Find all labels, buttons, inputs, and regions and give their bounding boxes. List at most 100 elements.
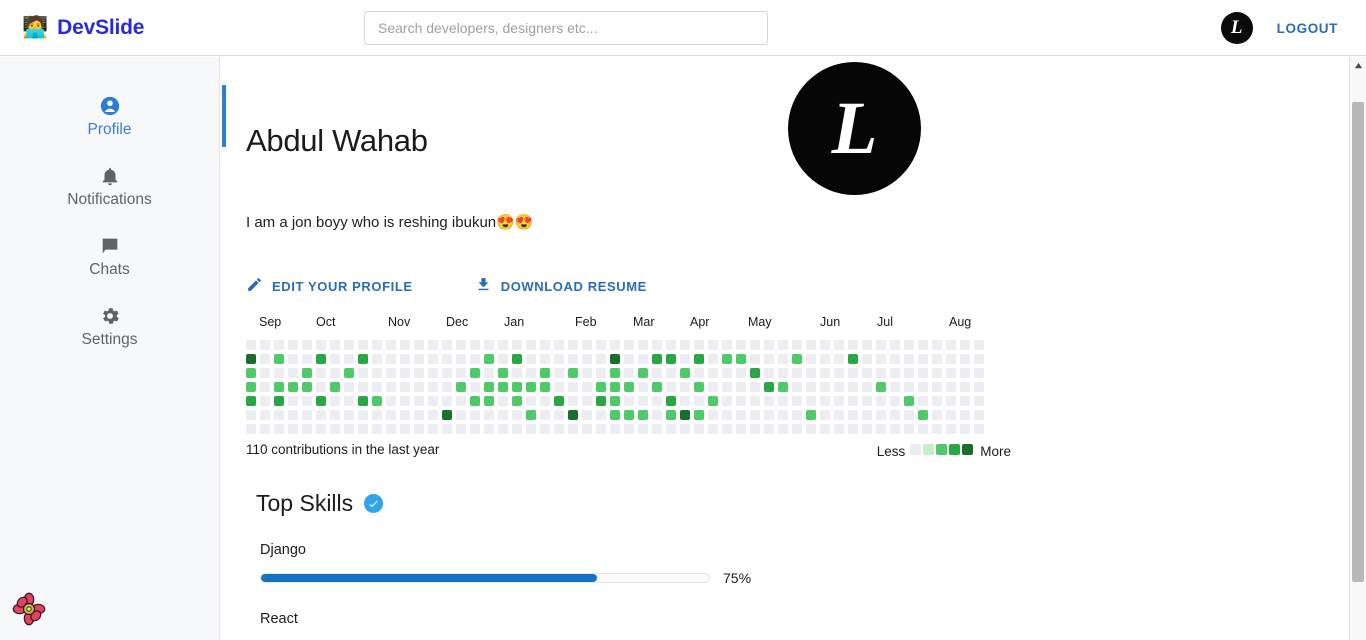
contribution-cell[interactable] [624, 410, 634, 420]
edit-profile-button[interactable]: EDIT YOUR PROFILE [246, 276, 413, 296]
contribution-cell[interactable] [974, 424, 984, 434]
contribution-cell[interactable] [974, 368, 984, 378]
contribution-cell[interactable] [918, 410, 928, 420]
contribution-cell[interactable] [302, 368, 312, 378]
contribution-cell[interactable] [470, 396, 480, 406]
contribution-cell[interactable] [428, 340, 438, 350]
contribution-cell[interactable] [694, 396, 704, 406]
contribution-cell[interactable] [400, 396, 410, 406]
contribution-cell[interactable] [736, 340, 746, 350]
contribution-cell[interactable] [372, 410, 382, 420]
contribution-cell[interactable] [708, 410, 718, 420]
contribution-cell[interactable] [246, 368, 256, 378]
contribution-cell[interactable] [456, 382, 466, 392]
contribution-cell[interactable] [820, 340, 830, 350]
contribution-cell[interactable] [722, 424, 732, 434]
contribution-cell[interactable] [862, 424, 872, 434]
contribution-cell[interactable] [974, 354, 984, 364]
contribution-cell[interactable] [498, 340, 508, 350]
contribution-cell[interactable] [834, 382, 844, 392]
contribution-cell[interactable] [666, 382, 676, 392]
contribution-cell[interactable] [358, 368, 368, 378]
contribution-cell[interactable] [834, 424, 844, 434]
flower-icon[interactable] [12, 592, 46, 626]
contribution-cell[interactable] [596, 424, 606, 434]
contribution-cell[interactable] [526, 354, 536, 364]
contribution-cell[interactable] [260, 424, 270, 434]
contribution-cell[interactable] [414, 382, 424, 392]
contribution-cell[interactable] [904, 382, 914, 392]
contribution-cell[interactable] [778, 382, 788, 392]
contribution-cell[interactable] [610, 382, 620, 392]
contribution-cell[interactable] [652, 424, 662, 434]
contribution-cell[interactable] [414, 368, 424, 378]
contribution-cell[interactable] [806, 396, 816, 406]
contribution-cell[interactable] [792, 396, 802, 406]
contribution-cell[interactable] [372, 368, 382, 378]
contribution-cell[interactable] [666, 368, 676, 378]
contribution-cell[interactable] [820, 396, 830, 406]
contribution-cell[interactable] [862, 410, 872, 420]
contribution-cell[interactable] [288, 382, 298, 392]
contribution-cell[interactable] [890, 424, 900, 434]
contribution-cell[interactable] [918, 368, 928, 378]
contribution-cell[interactable] [624, 382, 634, 392]
contribution-cell[interactable] [358, 424, 368, 434]
contribution-cell[interactable] [442, 382, 452, 392]
contribution-cell[interactable] [372, 382, 382, 392]
contribution-cell[interactable] [498, 396, 508, 406]
contribution-cell[interactable] [330, 424, 340, 434]
contribution-cell[interactable] [736, 354, 746, 364]
contribution-cell[interactable] [386, 354, 396, 364]
contribution-cell[interactable] [960, 396, 970, 406]
contribution-cell[interactable] [386, 368, 396, 378]
contribution-cell[interactable] [918, 396, 928, 406]
contribution-cell[interactable] [582, 424, 592, 434]
contribution-cell[interactable] [302, 382, 312, 392]
contribution-cell[interactable] [302, 396, 312, 406]
contribution-cell[interactable] [806, 340, 816, 350]
contribution-cell[interactable] [414, 340, 424, 350]
contribution-cell[interactable] [806, 410, 816, 420]
contribution-cell[interactable] [316, 340, 326, 350]
contribution-cell[interactable] [876, 354, 886, 364]
contribution-cell[interactable] [792, 424, 802, 434]
contribution-cell[interactable] [918, 382, 928, 392]
sidebar-item-notifications[interactable]: Notifications [0, 165, 219, 209]
contribution-cell[interactable] [526, 382, 536, 392]
contribution-cell[interactable] [778, 368, 788, 378]
contribution-cell[interactable] [946, 382, 956, 392]
contribution-cell[interactable] [904, 368, 914, 378]
contribution-cell[interactable] [400, 410, 410, 420]
contribution-cell[interactable] [876, 382, 886, 392]
contribution-cell[interactable] [358, 396, 368, 406]
contribution-cell[interactable] [848, 382, 858, 392]
contribution-cell[interactable] [554, 396, 564, 406]
contribution-cell[interactable] [680, 382, 690, 392]
contribution-cell[interactable] [960, 382, 970, 392]
contribution-cell[interactable] [344, 382, 354, 392]
contribution-cell[interactable] [568, 340, 578, 350]
contribution-cell[interactable] [344, 340, 354, 350]
contribution-cell[interactable] [750, 410, 760, 420]
contribution-cell[interactable] [386, 410, 396, 420]
contribution-cell[interactable] [806, 368, 816, 378]
contribution-cell[interactable] [288, 340, 298, 350]
contribution-cell[interactable] [736, 424, 746, 434]
contribution-cell[interactable] [652, 340, 662, 350]
contribution-cell[interactable] [750, 382, 760, 392]
contribution-cell[interactable] [442, 354, 452, 364]
contribution-cell[interactable] [946, 340, 956, 350]
scrollbar-thumb[interactable] [1352, 102, 1364, 582]
contribution-cell[interactable] [708, 340, 718, 350]
contribution-cell[interactable] [946, 396, 956, 406]
contribution-cell[interactable] [372, 340, 382, 350]
contribution-cell[interactable] [372, 354, 382, 364]
contribution-cell[interactable] [512, 424, 522, 434]
contribution-cell[interactable] [400, 424, 410, 434]
contribution-cell[interactable] [904, 354, 914, 364]
contribution-cell[interactable] [764, 368, 774, 378]
contribution-cell[interactable] [932, 382, 942, 392]
contribution-cell[interactable] [624, 396, 634, 406]
contribution-cell[interactable] [484, 368, 494, 378]
